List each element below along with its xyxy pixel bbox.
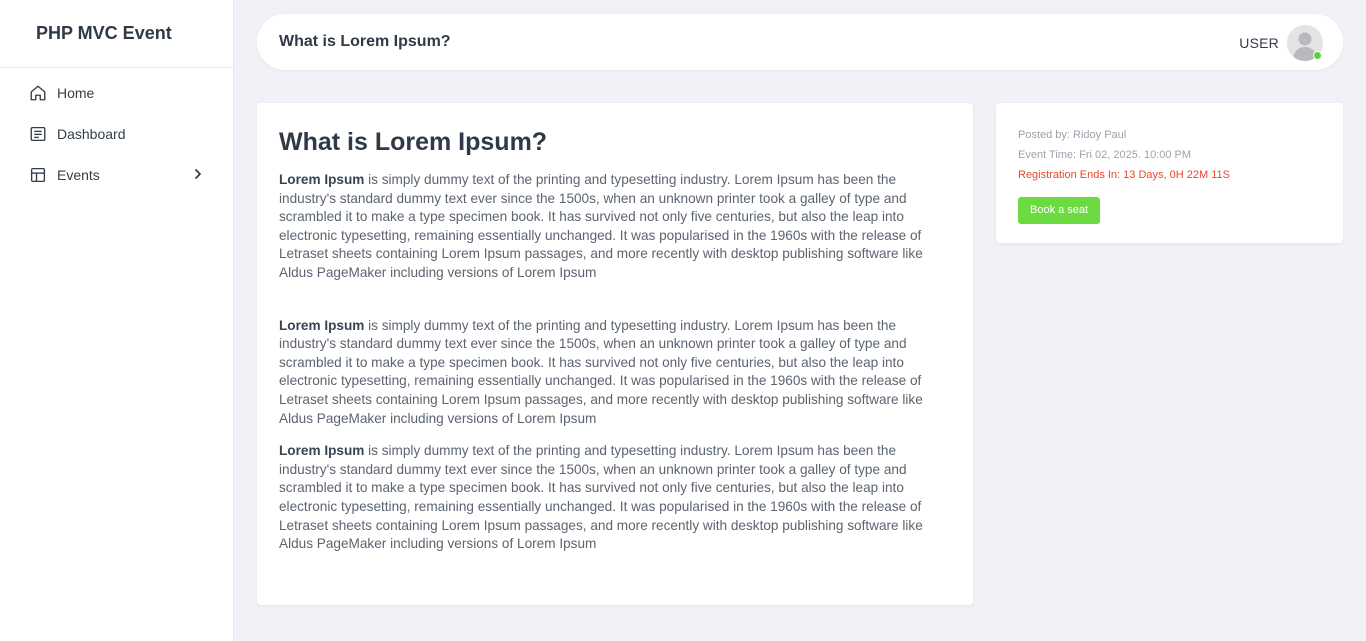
event-info-card: Posted by: Ridoy Paul Event Time: Fri 02…	[996, 103, 1343, 243]
sidebar: PHP MVC Event Home Dashboard Events	[0, 0, 234, 641]
book-seat-button[interactable]: Book a seat	[1018, 197, 1101, 224]
home-icon	[29, 84, 47, 102]
posted-by: Posted by: Ridoy Paul	[1018, 129, 1127, 141]
paragraph-lead: Lorem Ipsum	[279, 172, 365, 187]
online-status-indicator	[1313, 51, 1322, 60]
article-paragraph: Lorem Ipsum is simply dummy text of the …	[279, 442, 951, 554]
paragraph-lead: Lorem Ipsum	[279, 317, 365, 333]
page-title: What is Lorem Ipsum?	[279, 33, 451, 50]
event-time: Event Time: Fri 02, 2025. 10:00 PM	[1018, 149, 1192, 161]
paragraph-text: is simply dummy text of the printing and…	[279, 172, 923, 280]
dashboard-icon	[29, 125, 47, 143]
sidebar-item-label: Home	[57, 84, 95, 101]
sidebar-item-label: Dashboard	[57, 125, 126, 142]
user-label[interactable]: USER	[1239, 35, 1279, 51]
sidebar-item-home[interactable]: Home	[0, 72, 233, 113]
top-header: What is Lorem Ipsum? USER	[257, 14, 1343, 70]
article-paragraph: Lorem Ipsum is simply dummy text of the …	[279, 171, 951, 283]
paragraph-lead: Lorem Ipsum	[279, 443, 365, 459]
article-card: What is Lorem Ipsum? Lorem Ipsum is simp…	[257, 103, 973, 605]
user-menu[interactable]: USER	[1239, 25, 1323, 61]
sidebar-nav: Home Dashboard Events	[0, 68, 233, 195]
layout-icon	[29, 166, 47, 184]
paragraph-text: is simply dummy text of the printing and…	[279, 443, 923, 552]
registration-countdown: Registration Ends In: 13 Days, 0H 22M 11…	[1018, 169, 1230, 181]
avatar[interactable]	[1287, 25, 1323, 61]
article-paragraph: Lorem Ipsum is simply dummy text of the …	[279, 317, 951, 429]
sidebar-item-label: Events	[57, 166, 100, 183]
sidebar-item-dashboard[interactable]: Dashboard	[0, 113, 233, 154]
brand-title[interactable]: PHP MVC Event	[0, 0, 233, 68]
chevron-right-icon[interactable]	[193, 166, 203, 182]
article-title: What is Lorem Ipsum?	[279, 128, 548, 156]
sidebar-item-events[interactable]: Events	[0, 154, 233, 195]
paragraph-text: is simply dummy text of the printing and…	[279, 317, 923, 426]
